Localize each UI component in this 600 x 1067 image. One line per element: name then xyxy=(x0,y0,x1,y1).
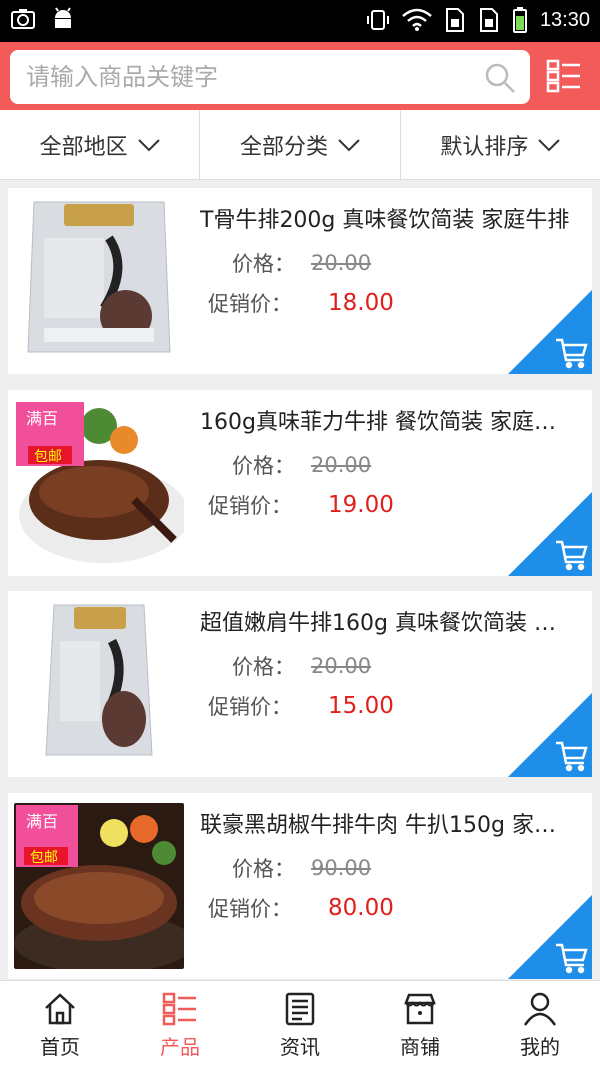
price-label: 价格： xyxy=(232,252,295,276)
price-label: 价格： xyxy=(232,655,295,679)
price-row: 价格： 20.00 xyxy=(232,651,371,681)
nav-news[interactable]: 资讯 xyxy=(240,981,360,1067)
product-image[interactable]: 满百 包邮 xyxy=(14,400,184,566)
filter-bar: 全部地区 全部分类 默认排序 xyxy=(0,110,600,180)
promo-label: 促销价： xyxy=(208,292,292,316)
wifi-icon xyxy=(402,8,432,31)
product-title[interactable]: 超值嫩肩牛排160g 真味餐饮简装 家庭牛排 xyxy=(200,605,572,637)
promo-price: 15.00 xyxy=(328,693,394,719)
status-bar: 13:30 xyxy=(0,0,600,42)
search-icon[interactable] xyxy=(484,62,516,94)
nav-shop-label: 商铺 xyxy=(400,1035,440,1059)
filter-category-label: 全部分类 xyxy=(239,134,328,160)
price-row: 价格： 20.00 xyxy=(232,248,371,278)
vibrate-icon xyxy=(366,10,389,30)
price-label: 价格： xyxy=(232,454,295,478)
svg-text:包邮: 包邮 xyxy=(30,850,58,866)
nav-home[interactable]: 首页 xyxy=(0,981,120,1067)
user-icon xyxy=(523,992,557,1026)
nav-products[interactable]: 产品 xyxy=(120,981,240,1067)
filter-region[interactable]: 全部地区 xyxy=(0,110,201,179)
filter-sort-label: 默认排序 xyxy=(440,134,529,160)
product-card[interactable]: 超值嫩肩牛排160g 真味餐饮简装 家庭牛排 价格： 20.00 促销价： 15… xyxy=(8,591,592,777)
product-title[interactable]: 160g真味菲力牛排 餐饮简装 家庭牛排 xyxy=(200,404,572,436)
badge-text: 满百 xyxy=(26,812,58,831)
original-price: 90.00 xyxy=(311,856,372,880)
price-label: 价格： xyxy=(232,857,295,881)
promo-row: 促销价： 15.00 xyxy=(208,691,394,721)
svg-text:包邮: 包邮 xyxy=(34,449,62,465)
filter-category[interactable]: 全部分类 xyxy=(200,110,401,179)
add-to-cart-button[interactable] xyxy=(508,290,592,374)
product-image[interactable]: 满百 包邮 xyxy=(14,803,184,969)
promo-row: 促销价： 80.00 xyxy=(208,893,394,923)
shop-icon xyxy=(404,993,436,1025)
nav-shop[interactable]: 商铺 xyxy=(360,981,480,1067)
promo-price: 19.00 xyxy=(328,492,394,518)
chevron-down-icon xyxy=(538,138,561,151)
price-row: 价格： 90.00 xyxy=(232,853,371,883)
home-icon xyxy=(45,993,75,1025)
add-to-cart-button[interactable] xyxy=(508,895,592,979)
news-icon xyxy=(285,992,315,1026)
category-menu-icon[interactable] xyxy=(546,58,582,94)
product-card[interactable]: 满百 包邮 联豪黑胡椒牛排牛肉 牛扒150g 家庭装 价格： 90.00 促销价… xyxy=(8,793,592,979)
screenshot-icon xyxy=(11,9,35,29)
android-icon xyxy=(55,7,71,28)
battery-icon xyxy=(512,7,527,33)
add-to-cart-button[interactable] xyxy=(508,492,592,576)
search-input[interactable] xyxy=(26,50,466,104)
promo-row: 促销价： 19.00 xyxy=(208,490,394,520)
add-to-cart-button[interactable] xyxy=(508,693,592,777)
promo-row: 促销价： 18.00 xyxy=(208,288,394,318)
original-price: 20.00 xyxy=(311,251,372,275)
chevron-down-icon xyxy=(338,138,360,151)
product-card[interactable]: T骨牛排200g 真味餐饮简装 家庭牛排 价格： 20.00 促销价： 18.0… xyxy=(8,188,592,374)
nav-news-label: 资讯 xyxy=(280,1035,320,1059)
nav-products-label: 产品 xyxy=(160,1035,200,1059)
sim2-icon xyxy=(479,8,498,32)
price-row: 价格： 20.00 xyxy=(232,450,371,480)
sim-icon xyxy=(445,8,464,32)
promo-label: 促销价： xyxy=(208,695,292,719)
nav-mine-label: 我的 xyxy=(520,1035,560,1059)
promo-price: 18.00 xyxy=(328,290,394,316)
product-title[interactable]: T骨牛排200g 真味餐饮简装 家庭牛排 xyxy=(200,202,572,234)
bottom-nav: 首页 产品 资讯 商铺 我的 xyxy=(0,980,600,1067)
chevron-down-icon xyxy=(137,138,160,151)
promo-price: 80.00 xyxy=(328,895,394,921)
list-icon xyxy=(162,992,196,1026)
original-price: 20.00 xyxy=(311,453,372,477)
badge-text: 满百 xyxy=(26,409,58,428)
product-title[interactable]: 联豪黑胡椒牛排牛肉 牛扒150g 家庭装 xyxy=(200,807,572,839)
promo-label: 促销价： xyxy=(208,494,292,518)
filter-sort[interactable]: 默认排序 xyxy=(401,110,600,179)
nav-mine[interactable]: 我的 xyxy=(480,981,600,1067)
search-header xyxy=(0,42,600,110)
search-box[interactable] xyxy=(10,50,530,104)
original-price: 20.00 xyxy=(311,654,372,678)
nav-home-label: 首页 xyxy=(40,1035,80,1059)
filter-region-label: 全部地区 xyxy=(39,134,128,160)
clock: 13:30 xyxy=(539,8,590,31)
product-image[interactable] xyxy=(14,601,184,767)
product-card[interactable]: 满百 包邮 160g真味菲力牛排 餐饮简装 家庭牛排 价格： 20.00 促销价… xyxy=(8,390,592,576)
promo-label: 促销价： xyxy=(208,897,292,921)
product-image[interactable] xyxy=(14,198,184,364)
